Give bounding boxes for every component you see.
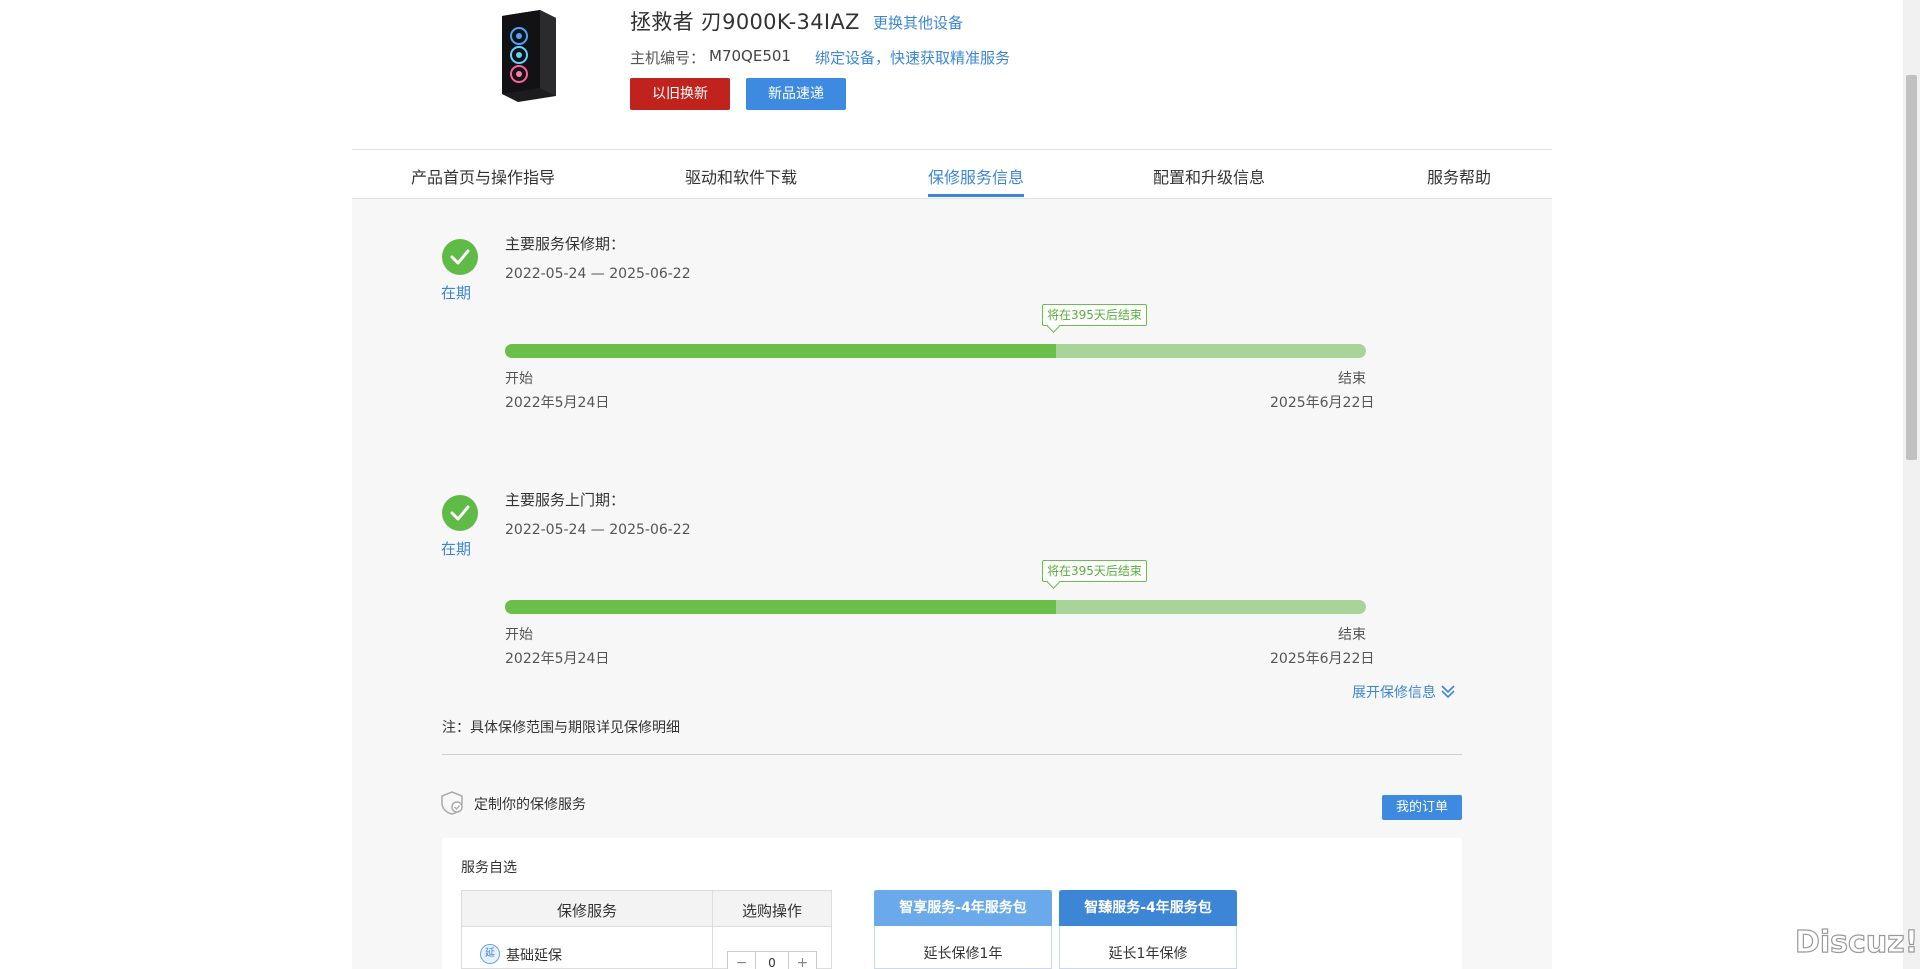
plus-button[interactable]: + <box>788 952 816 969</box>
package-title: 智享服务-4年服务包 <box>874 890 1052 926</box>
service-name: 基础延保 <box>506 948 562 964</box>
check-icon <box>442 495 478 531</box>
end-label: 结束 <box>1338 627 1366 643</box>
serial-value: M70QE501 <box>709 47 791 65</box>
watermark: Discuz! <box>1794 924 1919 960</box>
start-label: 开始 <box>505 371 533 387</box>
bind-device-link[interactable]: 绑定设备，快速获取精准服务 <box>815 47 1010 68</box>
my-orders-button[interactable]: 我的订单 <box>1382 795 1462 820</box>
scrollbar[interactable] <box>1903 0 1920 969</box>
service-package-card[interactable]: 智臻服务-4年服务包 延长1年保修 <box>1059 890 1237 969</box>
warranty-note: 注：具体保修范围与期限详见保修明细 <box>442 720 680 736</box>
new-arrivals-button[interactable]: 新品速递 <box>746 78 846 110</box>
package-desc: 延长1年保修 <box>1108 946 1188 962</box>
scrollbar-thumb[interactable] <box>1906 75 1917 460</box>
quantity-stepper: − 0 + <box>727 951 817 969</box>
divider <box>442 754 1462 755</box>
warranty-status: 在期 <box>441 540 472 558</box>
service-package-card[interactable]: 智享服务-4年服务包 延长保修1年 <box>874 890 1052 969</box>
column-header: 保修服务 <box>557 902 618 920</box>
start-label: 开始 <box>505 627 533 643</box>
tab-config[interactable]: 配置和升级信息 <box>1153 164 1265 188</box>
tab-drivers[interactable]: 驱动和软件下载 <box>685 164 797 188</box>
trade-in-button[interactable]: 以旧换新 <box>630 78 730 110</box>
end-label: 结束 <box>1338 371 1366 387</box>
tab-warranty[interactable]: 保修服务信息 <box>928 164 1025 197</box>
start-date: 2022年5月24日 <box>505 651 610 667</box>
quantity-value[interactable]: 0 <box>756 952 788 969</box>
warranty-range: 2022-05-24 — 2025-06-22 <box>505 266 691 282</box>
serial-label: 主机编号： <box>630 49 706 67</box>
start-date: 2022年5月24日 <box>505 395 610 411</box>
remaining-days-tag: 将在395天后结束 <box>1042 304 1147 326</box>
column-divider <box>712 891 713 968</box>
warranty-title: 主要服务保修期： <box>505 235 626 253</box>
product-image <box>488 8 560 104</box>
column-header: 选购操作 <box>742 902 803 920</box>
warranty-range: 2022-05-24 — 2025-06-22 <box>505 522 691 538</box>
double-chevron-down-icon[interactable] <box>1440 683 1456 703</box>
warranty-title: 主要服务上门期： <box>505 491 626 509</box>
product-name: 拯救者 刃9000K-34IAZ <box>630 10 860 34</box>
check-icon <box>442 239 478 275</box>
self-select-label: 服务自选 <box>461 860 517 876</box>
remaining-days-tag: 将在395天后结束 <box>1042 560 1147 582</box>
nav-tabs: 产品首页与操作指导 驱动和软件下载 保修服务信息 配置和升级信息 服务帮助 <box>352 149 1552 199</box>
warranty-status: 在期 <box>441 284 472 302</box>
expand-warranty-link[interactable]: 展开保修信息 <box>1352 682 1436 702</box>
warranty-progress-bar <box>505 344 1366 358</box>
end-date: 2025年6月22日 <box>1270 651 1375 667</box>
package-title: 智臻服务-4年服务包 <box>1059 890 1237 926</box>
change-device-link[interactable]: 更换其他设备 <box>873 12 963 33</box>
warranty-progress-fill <box>505 344 1057 358</box>
service-table: 保修服务 选购操作 延 基础延保 − 0 + <box>461 890 832 969</box>
minus-button[interactable]: − <box>728 952 756 969</box>
package-desc: 延长保修1年 <box>923 946 1003 962</box>
extension-icon: 延 <box>480 944 500 964</box>
warranty-progress-bar <box>505 600 1366 614</box>
shield-icon <box>440 790 466 820</box>
end-date: 2025年6月22日 <box>1270 395 1375 411</box>
tab-product-home[interactable]: 产品首页与操作指导 <box>411 164 555 188</box>
tab-service-help[interactable]: 服务帮助 <box>1427 164 1491 188</box>
table-header: 保修服务 选购操作 <box>462 891 831 927</box>
warranty-progress-fill <box>505 600 1057 614</box>
custom-service-title: 定制你的保修服务 <box>474 797 586 813</box>
